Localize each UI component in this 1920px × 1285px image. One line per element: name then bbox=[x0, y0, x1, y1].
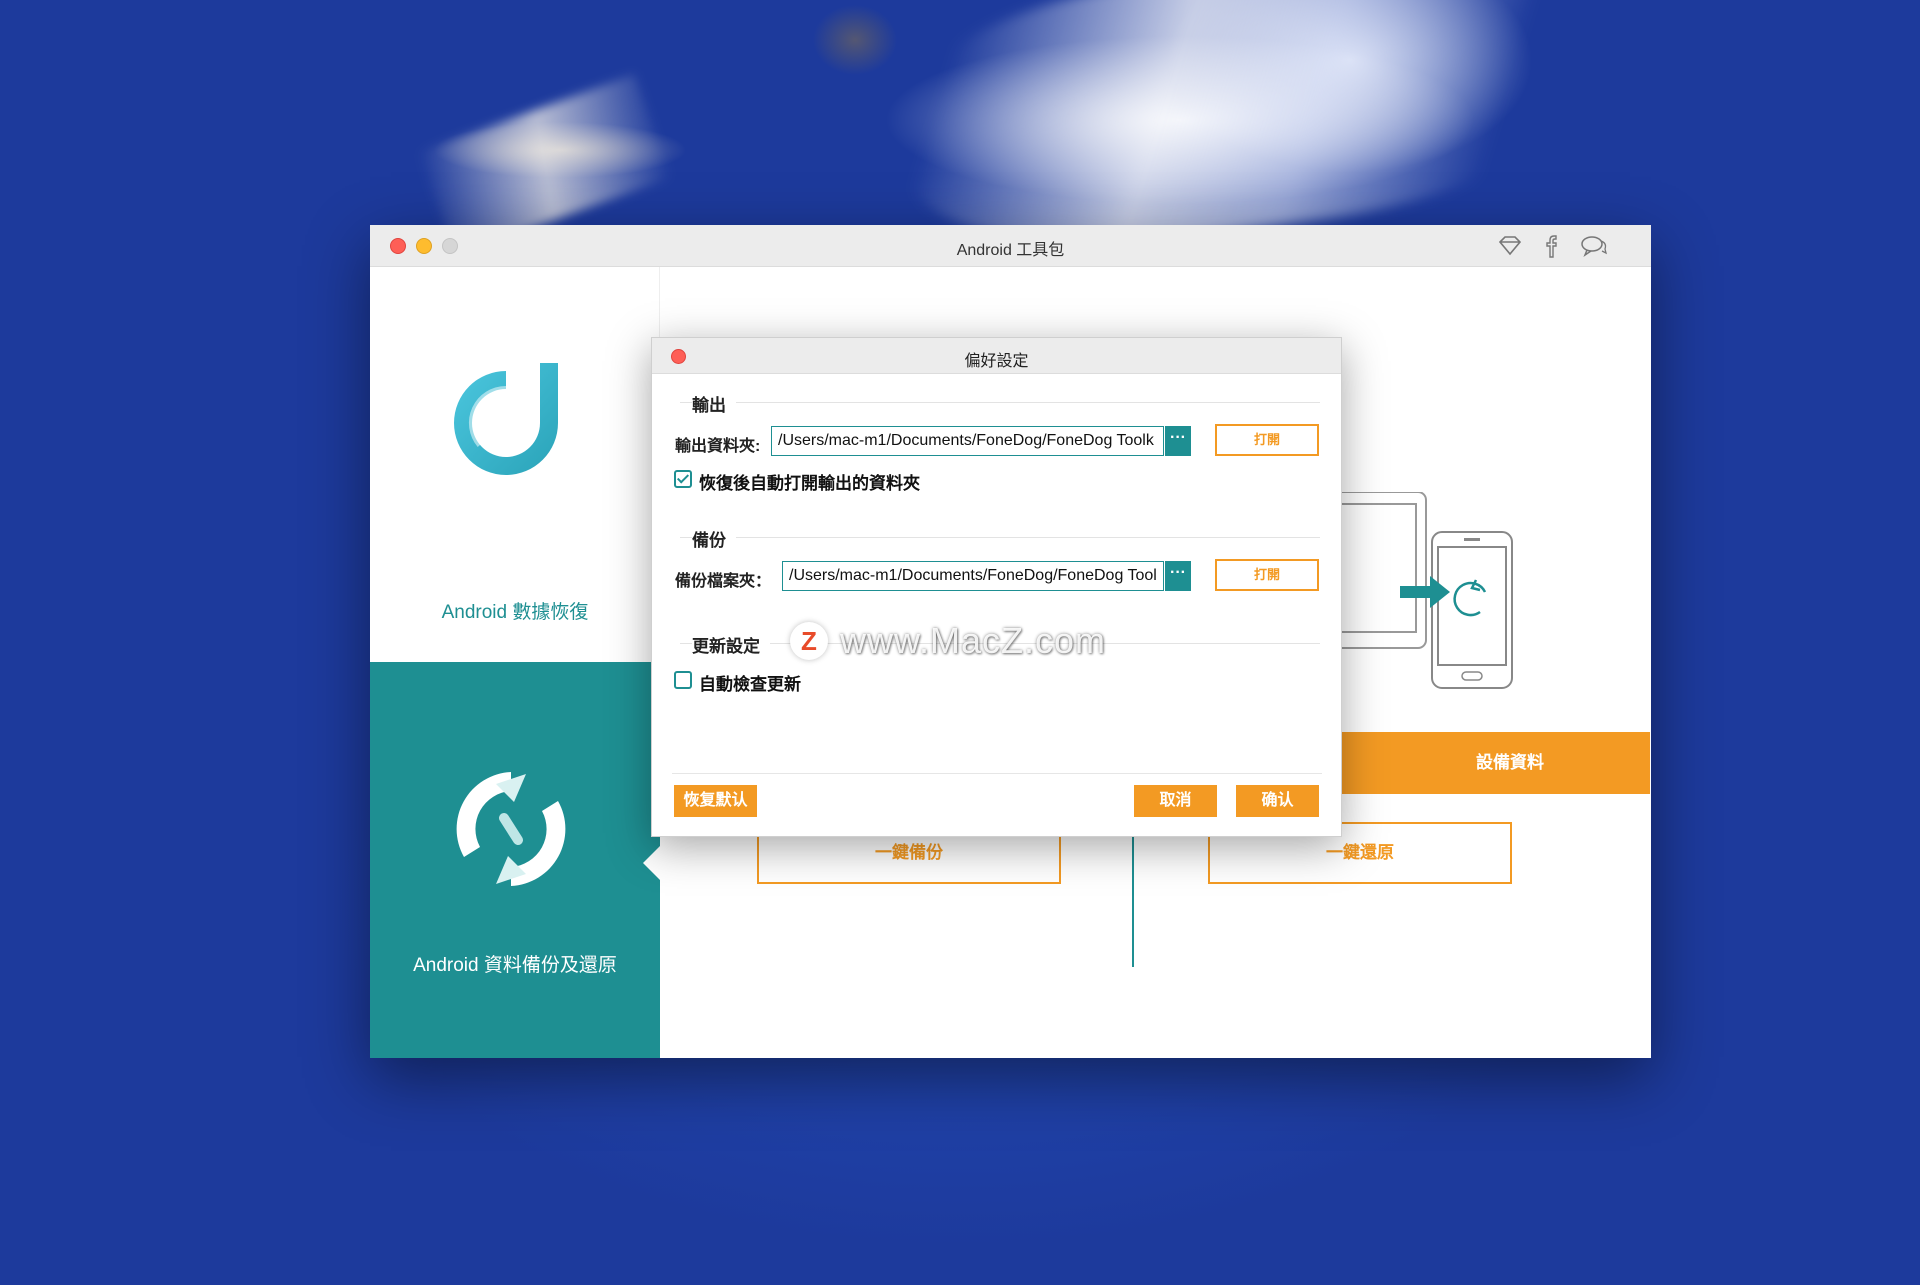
backup-browse-button[interactable]: ··· bbox=[1165, 561, 1191, 591]
footer-divider bbox=[672, 773, 1322, 774]
sidebar-item-backup-restore[interactable] bbox=[370, 662, 660, 1058]
diamond-icon[interactable] bbox=[1496, 233, 1524, 259]
window-title: Android 工具包 bbox=[956, 242, 1065, 259]
section-divider bbox=[680, 402, 1320, 403]
output-open-button[interactable]: 打開 bbox=[1215, 424, 1319, 456]
watermark-logo: Z bbox=[790, 622, 828, 660]
auto-open-checkbox-label: 恢復後自動打開輸出的資料夾 bbox=[699, 474, 920, 493]
window-titlebar: Android 工具包 bbox=[370, 225, 1651, 267]
confirm-button[interactable]: 确认 bbox=[1236, 785, 1319, 817]
preferences-dialog: 偏好設定 輸出 輸出資料夾: /Users/mac-m1/Documents/F… bbox=[651, 337, 1342, 837]
auto-update-checkbox-label: 自動檢查更新 bbox=[699, 675, 801, 694]
section-update-heading: 更新設定 bbox=[692, 632, 770, 657]
sync-logo bbox=[456, 772, 566, 886]
section-divider bbox=[680, 537, 1320, 538]
dialog-title: 偏好設定 bbox=[964, 353, 1029, 370]
facebook-icon[interactable] bbox=[1538, 233, 1566, 259]
reset-defaults-button[interactable]: 恢复默认 bbox=[674, 785, 757, 817]
chat-icon[interactable] bbox=[1579, 233, 1607, 259]
cancel-button[interactable]: 取消 bbox=[1134, 785, 1217, 817]
sidebar-item-data-recovery[interactable]: Android 數據恢復 bbox=[370, 267, 660, 662]
output-folder-label: 輸出資料夾: bbox=[675, 438, 761, 455]
output-folder-input[interactable]: /Users/mac-m1/Documents/FoneDog/FoneDog … bbox=[771, 426, 1164, 456]
sidebar-item-label: Android 資料備份及還原 bbox=[413, 955, 617, 976]
auto-update-checkbox[interactable] bbox=[674, 671, 692, 689]
backup-folder-label: 備份檔案夾： bbox=[675, 573, 772, 590]
sidebar-item-label: Android 數據恢復 bbox=[441, 602, 589, 623]
backup-folder-input[interactable]: /Users/mac-m1/Documents/FoneDog/FoneDog … bbox=[782, 561, 1164, 591]
output-browse-button[interactable]: ··· bbox=[1165, 426, 1191, 456]
section-output-heading: 輸出 bbox=[692, 391, 736, 416]
backup-open-button[interactable]: 打開 bbox=[1215, 559, 1319, 591]
watermark-text: www.MacZ.com bbox=[840, 620, 1107, 661]
active-pointer bbox=[643, 845, 661, 881]
checkmark-icon bbox=[676, 471, 690, 484]
divider-line bbox=[1132, 837, 1134, 967]
auto-open-checkbox[interactable] bbox=[674, 470, 692, 488]
device-data-button[interactable]: 設備資料 bbox=[1338, 732, 1650, 794]
section-backup-heading: 備份 bbox=[692, 526, 736, 551]
dialog-titlebar: 偏好設定 bbox=[652, 338, 1341, 374]
data-recovery-logo bbox=[454, 363, 558, 475]
